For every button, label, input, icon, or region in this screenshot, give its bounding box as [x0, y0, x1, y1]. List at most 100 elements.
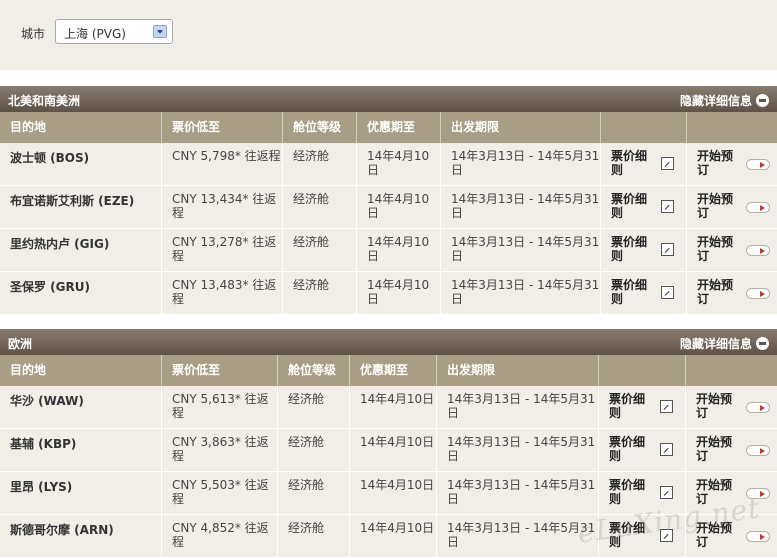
fare-rules-label[interactable]: 票价细则: [611, 192, 655, 220]
column-header-row: 目的地 票价低至 舱位等级 优惠期至 出发期限: [0, 112, 777, 143]
cabin-cell: 经济舱: [277, 515, 349, 557]
departure-period-cell: 14年3月13日 - 14年5月31日: [440, 143, 600, 185]
cabin-cell: 经济舱: [277, 472, 349, 514]
destination-cell: 里昂 (LYS): [10, 480, 73, 494]
table-row: 华沙 (WAW) CNY 5,613* 往返程 经济舱 14年4月10日 14年3月13…: [0, 386, 777, 429]
departure-period-cell: 14年3月13日 - 14年5月31日: [436, 386, 598, 428]
price-cell: CNY 3,863* 往返程: [161, 429, 277, 471]
section-title: 欧洲: [8, 337, 33, 351]
start-booking-label[interactable]: 开始预订: [697, 192, 741, 220]
city-label: 城市: [21, 27, 46, 41]
minus-circle-icon: [756, 94, 769, 107]
col-price: 票价低至: [161, 112, 282, 143]
arrow-right-icon[interactable]: [746, 402, 770, 413]
table-row: 布宜诺斯艾利斯 (EZE) CNY 13,434* 往返程 经济舱 14年4月10日 1…: [0, 186, 777, 229]
arrow-right-icon[interactable]: [746, 531, 770, 542]
fare-rules-label[interactable]: 票价细则: [611, 235, 655, 263]
col-book: [686, 112, 777, 143]
start-booking-label[interactable]: 开始预订: [697, 235, 741, 263]
valid-until-cell: 14年4月10日: [349, 472, 436, 514]
valid-until-cell: 14年4月10日: [349, 429, 436, 471]
arrow-right-icon[interactable]: [746, 445, 770, 456]
start-booking-label[interactable]: 开始预订: [697, 278, 741, 306]
table-row: 基辅 (KBP) CNY 3,863* 往返程 经济舱 14年4月10日 14年3月13…: [0, 429, 777, 472]
cabin-cell: 经济舱: [282, 186, 356, 228]
minus-circle-icon: [756, 337, 769, 350]
departure-period-cell: 14年3月13日 - 14年5月31日: [436, 472, 598, 514]
fare-rules-label[interactable]: 票价细则: [609, 435, 653, 463]
fare-rules-label[interactable]: 票价细则: [611, 149, 655, 177]
external-link-icon[interactable]: [660, 443, 673, 456]
price-cell: CNY 13,434* 往返程: [161, 186, 282, 228]
section-header: 欧洲 隐藏详细信息: [0, 329, 777, 355]
col-rules: [598, 355, 685, 386]
arrow-right-icon[interactable]: [746, 288, 770, 299]
table-row: 里约热内卢 (GIG) CNY 13,278* 往返程 经济舱 14年4月10日 14年…: [0, 229, 777, 272]
filter-bar: 城市 上海 (PVG): [0, 0, 777, 70]
fare-rules-label[interactable]: 票价细则: [611, 278, 655, 306]
destination-cell: 布宜诺斯艾利斯 (EZE): [10, 194, 135, 208]
section-americas: 北美和南美洲 隐藏详细信息 目的地 票价低至 舱位等级 优惠期至 出发期限 波士…: [0, 86, 777, 315]
price-cell: CNY 5,503* 往返程: [161, 472, 277, 514]
column-header-row: 目的地 票价低至 舱位等级 优惠期至 出发期限: [0, 355, 777, 386]
table-row: 波士顿 (BOS) CNY 5,798* 往返程 经济舱 14年4月10日 14年3月1…: [0, 143, 777, 186]
destination-cell: 里约热内卢 (GIG): [10, 237, 110, 251]
col-valid: 优惠期至: [356, 112, 440, 143]
external-link-icon[interactable]: [661, 243, 674, 256]
fare-list: 波士顿 (BOS) CNY 5,798* 往返程 经济舱 14年4月10日 14年3月1…: [0, 143, 777, 315]
col-cabin: 舱位等级: [277, 355, 349, 386]
external-link-icon[interactable]: [661, 286, 674, 299]
hide-details-toggle[interactable]: 隐藏详细信息: [680, 335, 769, 352]
col-price: 票价低至: [161, 355, 277, 386]
external-link-icon[interactable]: [660, 400, 673, 413]
departure-period-cell: 14年3月13日 - 14年5月31日: [440, 229, 600, 271]
external-link-icon[interactable]: [661, 157, 674, 170]
valid-until-cell: 14年4月10日: [356, 229, 440, 271]
city-select-value: 上海 (PVG): [64, 27, 126, 41]
departure-period-cell: 14年3月13日 - 14年5月31日: [440, 272, 600, 314]
valid-until-cell: 14年4月10日: [356, 272, 440, 314]
cabin-cell: 经济舱: [282, 272, 356, 314]
city-select[interactable]: 上海 (PVG): [55, 19, 173, 44]
hide-details-label: 隐藏详细信息: [679, 337, 752, 351]
price-cell: CNY 5,613* 往返程: [161, 386, 277, 428]
fare-rules-label[interactable]: 票价细则: [609, 478, 653, 506]
col-cabin: 舱位等级: [282, 112, 356, 143]
arrow-right-icon[interactable]: [746, 202, 770, 213]
fare-rules-label[interactable]: 票价细则: [609, 392, 653, 420]
start-booking-label[interactable]: 开始预订: [696, 392, 740, 420]
valid-until-cell: 14年4月10日: [356, 186, 440, 228]
col-rules: [600, 112, 686, 143]
cabin-cell: 经济舱: [277, 429, 349, 471]
start-booking-label[interactable]: 开始预订: [696, 435, 740, 463]
destination-cell: 斯德哥尔摩 (ARN): [10, 523, 114, 537]
valid-until-cell: 14年4月10日: [349, 386, 436, 428]
price-cell: CNY 13,483* 往返程: [161, 272, 282, 314]
hide-details-toggle[interactable]: 隐藏详细信息: [680, 92, 769, 109]
departure-period-cell: 14年3月13日 - 14年5月31日: [436, 515, 598, 557]
section-title: 北美和南美洲: [8, 94, 81, 108]
col-book: [685, 355, 777, 386]
price-cell: CNY 4,852* 往返程: [161, 515, 277, 557]
col-destination: 目的地: [10, 363, 47, 377]
col-depart: 出发期限: [440, 112, 600, 143]
departure-period-cell: 14年3月13日 - 14年5月31日: [440, 186, 600, 228]
start-booking-label[interactable]: 开始预订: [697, 149, 741, 177]
destination-cell: 华沙 (WAW): [10, 394, 84, 408]
arrow-right-icon[interactable]: [746, 245, 770, 256]
price-cell: CNY 13,278* 往返程: [161, 229, 282, 271]
arrow-right-icon[interactable]: [746, 159, 770, 170]
cabin-cell: 经济舱: [282, 229, 356, 271]
destination-cell: 波士顿 (BOS): [10, 151, 90, 165]
departure-period-cell: 14年3月13日 - 14年5月31日: [436, 429, 598, 471]
table-row: 圣保罗 (GRU) CNY 13,483* 往返程 经济舱 14年4月10日 14年3月…: [0, 272, 777, 315]
external-link-icon[interactable]: [660, 486, 673, 499]
price-cell: CNY 5,798* 往返程: [161, 143, 282, 185]
col-destination: 目的地: [10, 120, 47, 134]
external-link-icon[interactable]: [661, 200, 674, 213]
destination-cell: 圣保罗 (GRU): [10, 280, 90, 294]
cabin-cell: 经济舱: [282, 143, 356, 185]
hide-details-label: 隐藏详细信息: [679, 94, 752, 108]
section-header: 北美和南美洲 隐藏详细信息: [0, 86, 777, 112]
chevron-down-icon[interactable]: [153, 25, 167, 38]
